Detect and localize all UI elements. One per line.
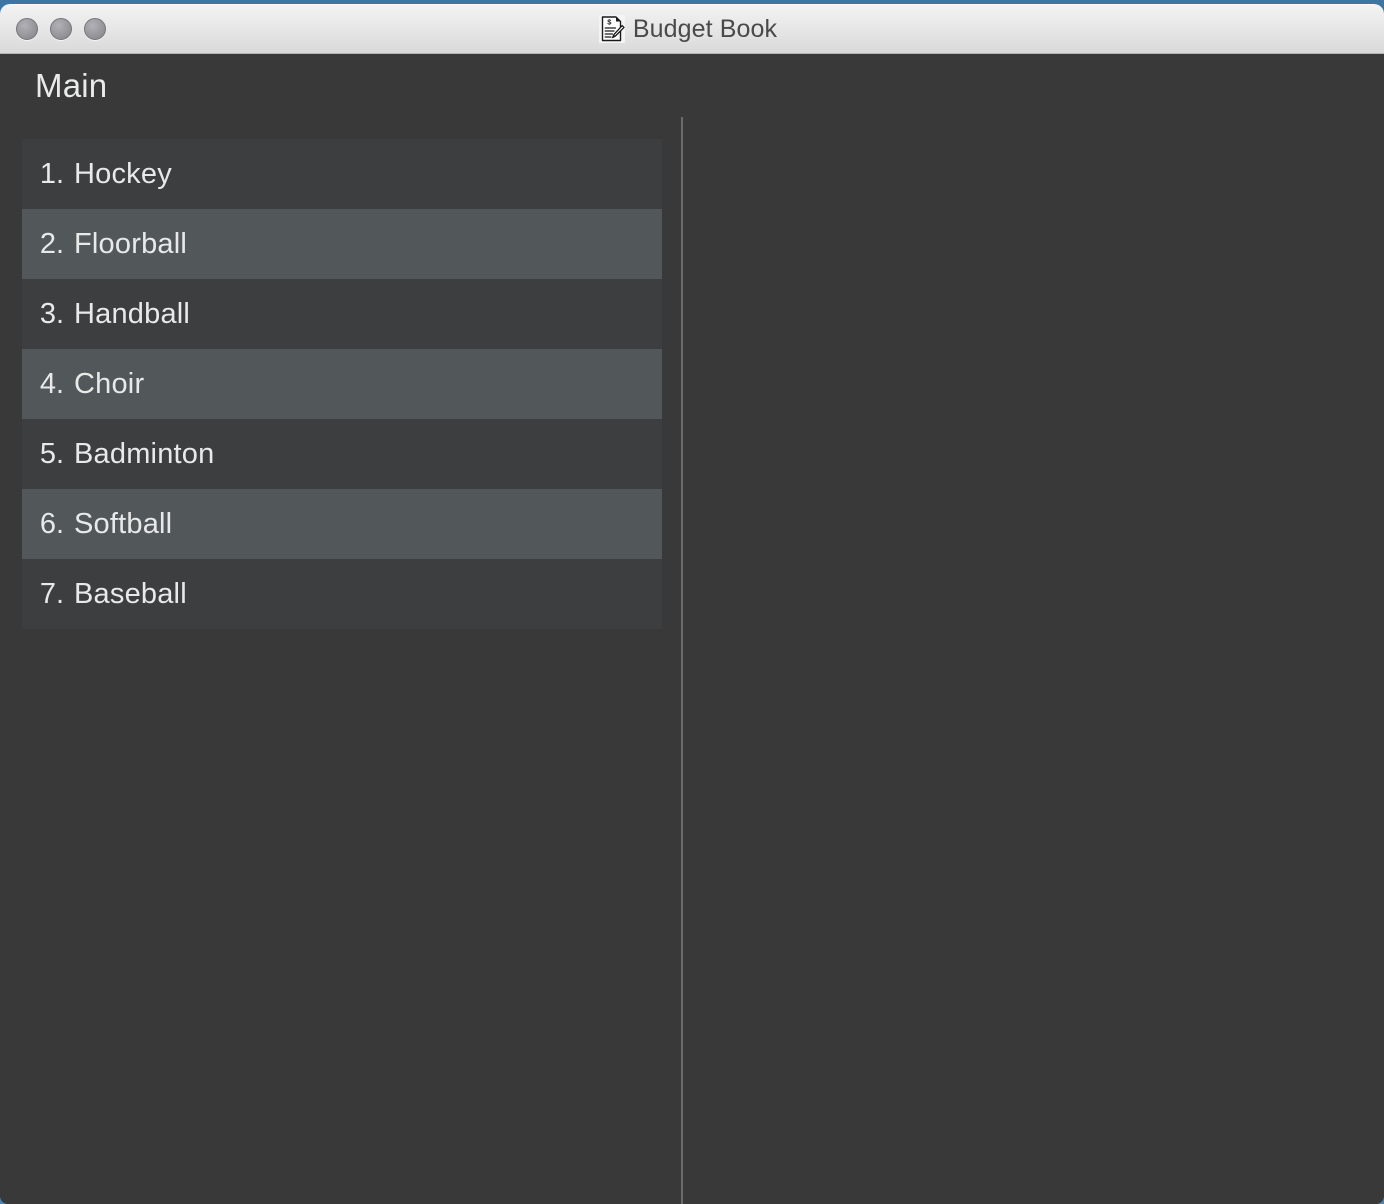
budget-document-pencil-icon: $	[598, 15, 625, 43]
list-item-label: Hockey	[74, 157, 172, 190]
list-item-label: Badminton	[74, 437, 215, 470]
list-item-label: Floorball	[74, 227, 188, 260]
list-item-index: 3.	[39, 297, 64, 330]
list-item-index: 7.	[39, 577, 64, 610]
list-item-index: 4.	[39, 367, 64, 400]
list-item[interactable]: 2. Floorball	[22, 209, 662, 279]
list-item[interactable]: 5. Badminton	[22, 419, 662, 489]
window-title: Budget Book	[632, 14, 778, 43]
list-item-index: 5.	[39, 437, 64, 470]
list-item-label: Softball	[74, 507, 173, 540]
list-item-index: 2.	[39, 227, 64, 260]
list-item-index: 1.	[39, 157, 64, 190]
list-item[interactable]: 6. Softball	[22, 489, 662, 559]
window-title-group: $ Budget Book	[598, 14, 778, 44]
list-item-label: Handball	[74, 297, 191, 330]
close-button[interactable]	[16, 18, 38, 40]
window-controls	[16, 5, 106, 53]
list-item-label: Baseball	[74, 577, 187, 610]
window-titlebar[interactable]: $ Budget Book	[0, 4, 1384, 54]
minimize-button[interactable]	[50, 18, 72, 40]
zoom-button[interactable]	[84, 18, 106, 40]
pane-divider	[681, 117, 683, 1204]
list-item[interactable]: 7. Baseball	[22, 559, 662, 629]
list-item[interactable]: 3. Handball	[22, 279, 662, 349]
list-item[interactable]: 1. Hockey	[22, 139, 662, 209]
page-title: Main	[35, 67, 108, 104]
list-item-index: 6.	[39, 507, 64, 540]
list-item-label: Choir	[74, 367, 145, 400]
list-item[interactable]: 4. Choir	[22, 349, 662, 419]
item-list: 1. Hockey 2. Floorball 3. Handball 4. Ch…	[22, 139, 662, 629]
application-window: $ Budget Book Main 1. Hockey 2. Floorbal…	[0, 4, 1384, 1204]
content-area: Main 1. Hockey 2. Floorball 3. Handball …	[0, 54, 1384, 1204]
